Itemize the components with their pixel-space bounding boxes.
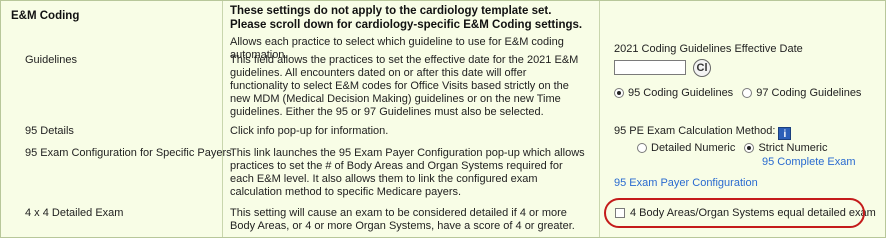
detailed-exam-label: 4 x 4 Detailed Exam [25,207,124,219]
radio-detailed-numeric[interactable] [637,143,647,153]
exam-method-radio-group: Detailed Numeric Strict Numeric [637,142,828,155]
radio-strict-numeric[interactable] [744,143,755,153]
info-icon[interactable]: i [778,127,792,140]
pe-exam-method-label: 95 PE Exam Calculation Method: [614,125,776,137]
guidelines-description: This field allows the practices to set t… [230,54,579,118]
cardiology-notice-line2: Please scroll down for cardiology-specif… [230,19,583,31]
cardiology-notice-line1: These settings do not apply to the cardi… [230,5,552,17]
details-95-label: 95 Details [25,125,74,137]
guidelines-label: Guidelines [25,54,77,66]
guideline-radio-group: 95 Coding Guidelines 97 Coding Guideline… [614,87,861,100]
detailed-numeric-option[interactable]: Detailed Numeric [637,142,735,154]
clear-date-button[interactable]: Cl [693,59,711,77]
column-divider [599,1,600,237]
highlight-annotation [604,198,865,228]
detailed-exam-description: This setting will cause an exam to be co… [230,207,575,232]
complete-exam-link[interactable]: 95 Complete Exam [762,156,856,169]
section-title: E&M Coding [11,10,80,22]
coding-95-option[interactable]: 95 Coding Guidelines [614,87,733,99]
column-divider [222,1,223,237]
details-95-description: Click info pop-up for information. [230,125,389,137]
exam-config-label: 95 Exam Configuration for Specific Payer… [25,147,232,159]
exam-config-description: This link launches the 95 Exam Payer Con… [230,147,585,198]
coding-97-option[interactable]: 97 Coding Guidelines [742,87,861,99]
exam-payer-configuration-link[interactable]: 95 Exam Payer Configuration [614,177,758,190]
effective-date-label: 2021 Coding Guidelines Effective Date [614,43,803,55]
strict-numeric-option[interactable]: Strict Numeric [744,142,828,154]
radio-97-coding[interactable] [742,88,753,98]
radio-95-coding[interactable] [614,88,624,98]
effective-date-input[interactable] [614,60,686,75]
pe-exam-method-row: 95 PE Exam Calculation Method: i [614,125,792,140]
